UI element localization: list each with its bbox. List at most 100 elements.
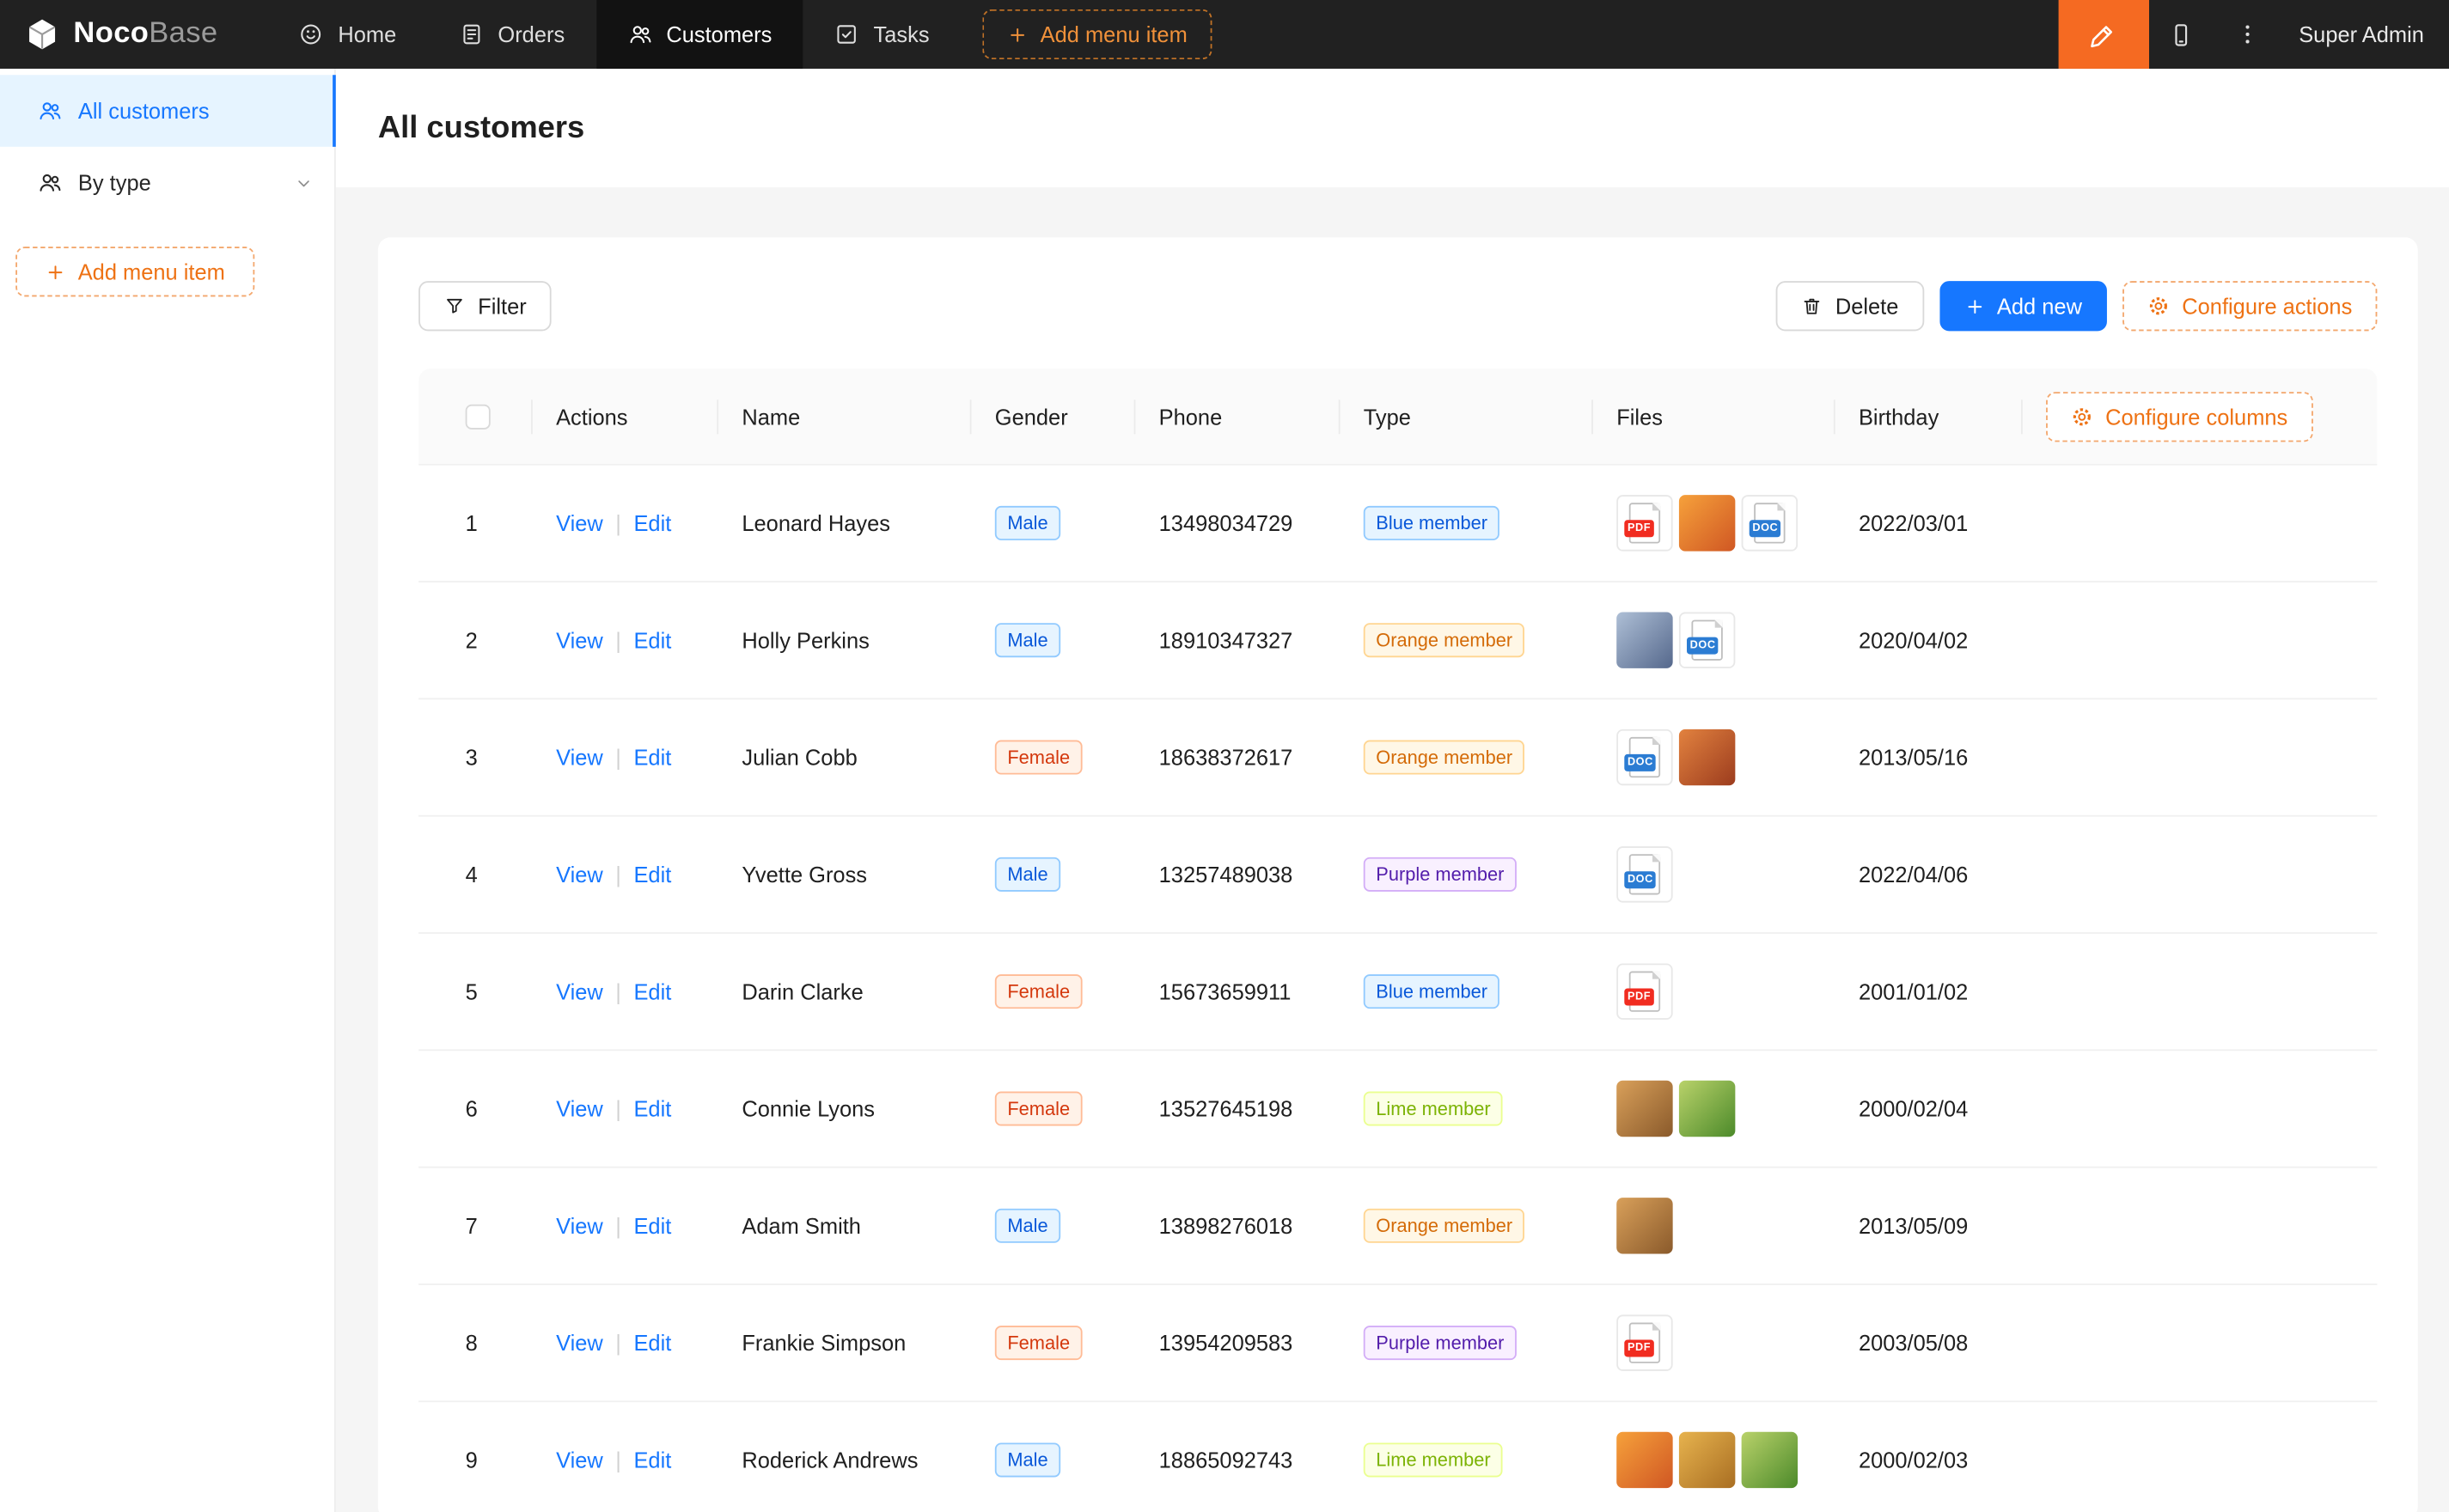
image-thumbnail[interactable]	[1616, 1432, 1672, 1488]
table-row: 3 View|Edit Julian Cobb Female 186383726…	[418, 699, 2377, 816]
birthday: 2000/02/04	[1834, 1096, 2021, 1121]
table-row: 5 View|Edit Darin Clarke Female 15673659…	[418, 934, 2377, 1051]
edit-link[interactable]: Edit	[633, 862, 671, 887]
view-link[interactable]: View	[556, 628, 603, 653]
image-thumbnail[interactable]	[1742, 1432, 1798, 1488]
type-tag: Blue member	[1364, 974, 1500, 1009]
pdf-file-thumbnail[interactable]: PDF	[1616, 963, 1672, 1019]
pdf-file-thumbnail[interactable]: PDF	[1616, 495, 1672, 551]
image-thumbnail[interactable]	[1679, 729, 1735, 785]
user-name: Super Admin	[2299, 21, 2424, 46]
filter-button[interactable]: Filter	[418, 281, 552, 331]
files-cell	[1591, 1198, 1834, 1253]
edit-link[interactable]: Edit	[633, 510, 671, 535]
nocobase-logo[interactable]: NocoBase	[0, 0, 240, 69]
birthday: 2022/03/01	[1834, 510, 2021, 535]
edit-link[interactable]: Edit	[633, 628, 671, 653]
nav-item-tasks[interactable]: Tasks	[803, 0, 961, 69]
sidebar-item-label: All customers	[78, 99, 210, 124]
image-thumbnail[interactable]	[1679, 1081, 1735, 1137]
sidebar-item-all-customers[interactable]: All customers	[0, 75, 334, 147]
select-all-checkbox[interactable]	[466, 404, 491, 429]
row-index: 7	[418, 1213, 531, 1238]
page-header: All customers	[336, 69, 2449, 187]
image-thumbnail[interactable]	[1616, 1081, 1672, 1137]
view-link[interactable]: View	[556, 1448, 603, 1472]
type-cell: Lime member	[1339, 1442, 1591, 1477]
app: NocoBase Home Orders Customers	[0, 0, 2449, 1512]
type-tag: Blue member	[1364, 506, 1500, 540]
files-cell: DOC	[1591, 612, 1834, 668]
edit-link[interactable]: Edit	[633, 1448, 671, 1472]
doc-file-thumbnail[interactable]: DOC	[1616, 729, 1672, 785]
row-actions: View|Edit	[531, 510, 717, 535]
action-divider: |	[615, 1213, 621, 1238]
edit-link[interactable]: Edit	[633, 1213, 671, 1238]
mobile-preview-button[interactable]	[2149, 0, 2214, 69]
delete-button[interactable]: Delete	[1776, 281, 1924, 331]
user-menu[interactable]: Super Admin	[2280, 21, 2449, 46]
doc-file-thumbnail[interactable]: DOC	[1679, 612, 1735, 668]
type-tag: Lime member	[1364, 1442, 1503, 1477]
phone: 13898276018	[1134, 1213, 1339, 1238]
files-cell: DOC	[1591, 729, 1834, 785]
phone: 13527645198	[1134, 1096, 1339, 1121]
image-thumbnail[interactable]	[1679, 1432, 1735, 1488]
nav-item-home[interactable]: Home	[268, 0, 428, 69]
ui-editor-button[interactable]	[2058, 0, 2148, 69]
gender-tag: Male	[995, 1442, 1060, 1477]
birthday: 2020/04/02	[1834, 628, 2021, 653]
view-link[interactable]: View	[556, 862, 603, 887]
image-thumbnail[interactable]	[1616, 612, 1672, 668]
row-index: 4	[418, 862, 531, 887]
view-link[interactable]: View	[556, 1331, 603, 1356]
column-header-actions: Actions	[531, 369, 717, 464]
column-header-configure: Configure columns	[2021, 369, 2377, 464]
gender-cell: Female	[970, 741, 1134, 775]
configure-actions-button[interactable]: Configure actions	[2122, 281, 2377, 331]
team-icon	[38, 170, 63, 195]
table-row: 7 View|Edit Adam Smith Male 13898276018 …	[418, 1168, 2377, 1285]
customer-name: Leonard Hayes	[717, 510, 969, 535]
row-actions: View|Edit	[531, 979, 717, 1004]
type-cell: Lime member	[1339, 1092, 1591, 1126]
nav-item-orders[interactable]: Orders	[428, 0, 596, 69]
doc-file-thumbnail[interactable]: DOC	[1742, 495, 1798, 551]
gear-icon	[2071, 405, 2092, 427]
edit-link[interactable]: Edit	[633, 1096, 671, 1121]
view-link[interactable]: View	[556, 745, 603, 770]
files-cell: PDF DOC	[1591, 495, 1834, 551]
type-tag: Purple member	[1364, 1326, 1517, 1360]
table-toolbar: Filter Delete Add	[418, 281, 2377, 331]
configure-columns-button[interactable]: Configure columns	[2046, 391, 2312, 441]
view-link[interactable]: View	[556, 510, 603, 535]
gender-cell: Male	[970, 1442, 1134, 1477]
plus-icon	[1964, 296, 1985, 316]
row-actions: View|Edit	[531, 1331, 717, 1356]
edit-link[interactable]: Edit	[633, 745, 671, 770]
view-link[interactable]: View	[556, 1213, 603, 1238]
image-thumbnail[interactable]	[1679, 495, 1735, 551]
doc-file-thumbnail[interactable]: DOC	[1616, 846, 1672, 902]
navbar-add-menu-item-button[interactable]: Add menu item	[982, 9, 1212, 59]
more-menu-button[interactable]	[2214, 0, 2280, 69]
view-link[interactable]: View	[556, 1096, 603, 1121]
add-new-button[interactable]: Add new	[1939, 281, 2107, 331]
pdf-file-thumbnail[interactable]: PDF	[1616, 1314, 1672, 1370]
row-index: 3	[418, 745, 531, 770]
table-header: Actions Name Gender Phone Type Files Bir…	[418, 369, 2377, 466]
edit-link[interactable]: Edit	[633, 1331, 671, 1356]
table-row: 6 View|Edit Connie Lyons Female 13527645…	[418, 1051, 2377, 1168]
sidebar-item-by-type[interactable]: By type	[0, 147, 334, 219]
birthday: 2022/04/06	[1834, 862, 2021, 887]
row-index: 8	[418, 1331, 531, 1356]
type-cell: Blue member	[1339, 974, 1591, 1009]
gender-cell: Male	[970, 1209, 1134, 1243]
mobile-icon	[2168, 21, 2195, 48]
customers-icon	[627, 21, 652, 46]
edit-link[interactable]: Edit	[633, 979, 671, 1004]
nav-item-customers[interactable]: Customers	[596, 0, 803, 69]
image-thumbnail[interactable]	[1616, 1198, 1672, 1253]
view-link[interactable]: View	[556, 979, 603, 1004]
sidebar-add-menu-item-button[interactable]: Add menu item	[15, 247, 254, 296]
